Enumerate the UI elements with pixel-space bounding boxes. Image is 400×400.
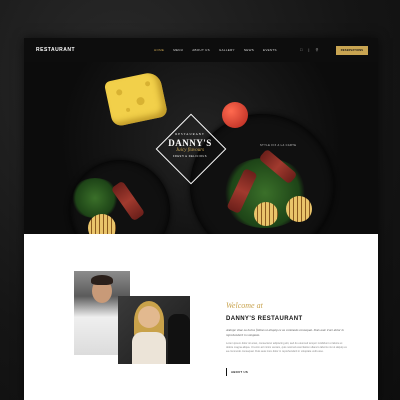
nav-item-menu[interactable]: MENU xyxy=(173,48,183,52)
cheese-image xyxy=(103,70,169,128)
grilled-potato xyxy=(254,202,278,226)
logo-sub: FRESH & DELICIOUS xyxy=(172,155,208,158)
about-us-button[interactable]: ABOUT US xyxy=(226,368,248,376)
cheese-hole xyxy=(135,96,146,106)
grilled-potato xyxy=(286,196,312,222)
apple-image xyxy=(222,102,248,128)
site-header: RESTAURANT HOME MENU ABOUT US GALLERY NE… xyxy=(24,38,378,62)
about-quote: Antiope vitae ea luctus finibus ut aliqu… xyxy=(226,328,344,337)
hero-side-note: STYLE FIX A LA CARTE xyxy=(260,144,297,147)
welcome-heading: Welcome at xyxy=(226,301,263,310)
website-mockup: RESTAURANT HOME MENU ABOUT US GALLERY NE… xyxy=(24,38,378,400)
main-nav: HOME MENU ABOUT US GALLERY NEWS EVENTS xyxy=(154,48,277,52)
restaurant-name: DANNY'S RESTAURANT xyxy=(226,316,303,322)
about-body: Lorem ipsum dolor sit amet, consectetur … xyxy=(226,342,347,353)
greens-left xyxy=(70,178,120,218)
search-icon[interactable]: ⚲ xyxy=(315,47,318,52)
woman-body xyxy=(132,332,166,364)
guests-photo xyxy=(118,296,190,364)
nav-item-home[interactable]: HOME xyxy=(154,48,164,52)
nav-item-news[interactable]: NEWS xyxy=(244,48,254,52)
man-figure xyxy=(168,314,190,364)
logo-line1: RESTAURANT xyxy=(175,132,205,136)
bag-icon[interactable]: □ xyxy=(300,47,302,52)
nav-item-about[interactable]: ABOUT US xyxy=(192,48,210,52)
cheese-hole xyxy=(125,107,131,113)
cheese-hole xyxy=(144,80,151,87)
header-icons: □ | ⚲ xyxy=(300,47,318,52)
logo-tagline: Juicy flavours xyxy=(175,148,205,153)
chef-hair xyxy=(91,275,113,285)
divider: | xyxy=(308,47,310,52)
brand-logo[interactable]: RESTAURANT xyxy=(36,47,75,53)
nav-item-events[interactable]: EVENTS xyxy=(263,48,277,52)
hero-logo: RESTAURANT DANNY'S Juicy flavours FRESH … xyxy=(144,132,236,158)
nav-item-gallery[interactable]: GALLERY xyxy=(219,48,235,52)
grilled-potato xyxy=(88,214,116,234)
cheese-hole xyxy=(115,88,123,96)
about-section: Welcome at DANNY'S RESTAURANT Antiope vi… xyxy=(24,234,378,400)
logo-name: DANNY'S xyxy=(168,138,212,148)
reservations-button[interactable]: RESERVATIONS xyxy=(336,46,368,55)
woman-face xyxy=(138,306,160,328)
hero-banner: RESTAURANT DANNY'S Juicy flavours FRESH … xyxy=(24,62,378,234)
